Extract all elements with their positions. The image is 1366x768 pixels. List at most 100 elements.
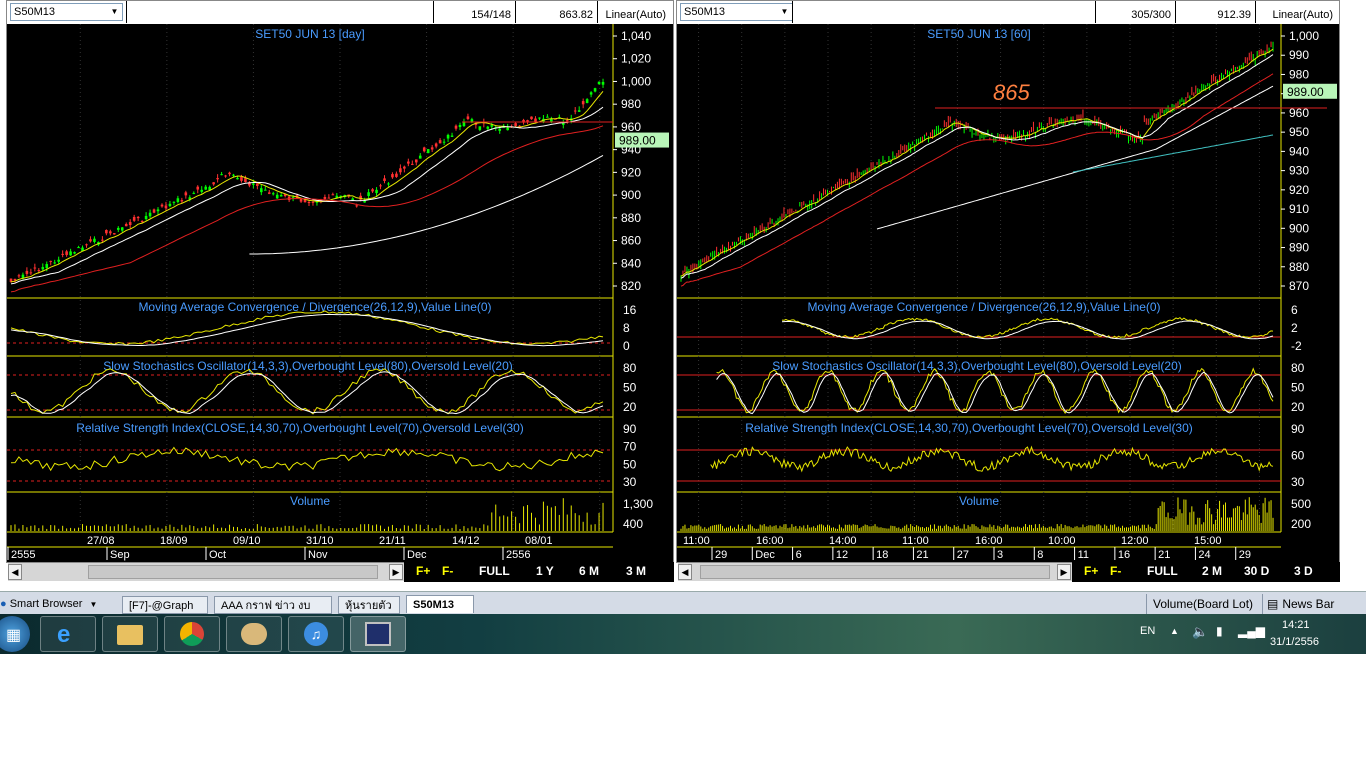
candle-body bbox=[387, 183, 390, 185]
right-full-button[interactable]: FULL bbox=[1147, 564, 1178, 578]
chevron-down-icon[interactable]: ▼ bbox=[90, 600, 98, 609]
taskbar-ie-button[interactable]: e bbox=[40, 616, 96, 652]
volume-board-lot-status[interactable]: Volume(Board Lot) bbox=[1146, 594, 1258, 614]
stoch-tick-label: 80 bbox=[1291, 361, 1305, 375]
candle-body bbox=[271, 193, 275, 195]
right-f-minus-button[interactable]: F- bbox=[1110, 564, 1121, 578]
candle-body bbox=[426, 149, 430, 154]
tab-graph[interactable]: [F7]-@Graph bbox=[122, 596, 208, 614]
candle-body bbox=[291, 197, 295, 199]
candle-body bbox=[196, 186, 200, 190]
macd-tick-label: -2 bbox=[1291, 339, 1302, 353]
candle-body bbox=[77, 247, 80, 249]
right-bars-count: 305/300 bbox=[1096, 1, 1176, 23]
candle-body bbox=[89, 239, 92, 242]
network-signal-icon[interactable]: ▂▄▆ bbox=[1238, 624, 1265, 638]
candle-body bbox=[240, 176, 243, 181]
candle-body bbox=[307, 202, 311, 204]
left-scroll-thumb[interactable] bbox=[88, 565, 378, 579]
candle-body bbox=[597, 81, 601, 85]
clock-time[interactable]: 14:21 bbox=[1282, 619, 1310, 631]
right-scroll-thumb[interactable] bbox=[700, 565, 1050, 579]
price-tick-label: 820 bbox=[621, 279, 641, 293]
candle-body bbox=[327, 197, 331, 199]
left-1y-button[interactable]: 1 Y bbox=[536, 564, 554, 578]
price-tick-label: 1,040 bbox=[621, 29, 651, 43]
candle-body bbox=[144, 215, 148, 220]
right-2m-button[interactable]: 2 M bbox=[1202, 564, 1222, 578]
left-bars-count: 154/148 bbox=[434, 1, 516, 23]
smart-browser-menu[interactable]: ● Smart Browser ▼ bbox=[0, 595, 104, 613]
right-f-plus-button[interactable]: F+ bbox=[1084, 564, 1098, 578]
taskbar-paint-button[interactable] bbox=[226, 616, 282, 652]
volume-icon[interactable]: 🔈 bbox=[1192, 624, 1208, 640]
right-chart-canvas[interactable]: SET50 JUN 13 [60] Moving Average Converge… bbox=[677, 24, 1339, 562]
candle-body bbox=[585, 99, 589, 104]
candle-body bbox=[454, 125, 458, 129]
price-tick-label: 930 bbox=[1289, 164, 1309, 178]
date-axis-label: 21 bbox=[1158, 549, 1170, 561]
rsi-label: Relative Strength Index(CLOSE,14,30,70),… bbox=[745, 421, 1193, 435]
right-h-scrollbar[interactable]: ◀ ▶ bbox=[678, 563, 1072, 581]
candle-body bbox=[184, 192, 188, 196]
candle-body bbox=[168, 203, 172, 207]
tabs-bar: ● Smart Browser ▼ [F7]-@Graph AAA กราฟ ข… bbox=[0, 591, 1366, 615]
candle-body bbox=[21, 274, 25, 278]
windows-logo-icon: ▦ bbox=[6, 627, 22, 644]
candle-body bbox=[216, 178, 219, 180]
taskbar-chrome-button[interactable] bbox=[164, 616, 220, 652]
taskbar-trading-app-button[interactable] bbox=[350, 616, 406, 652]
taskbar-itunes-button[interactable]: ♫ bbox=[288, 616, 344, 652]
right-header-sep-2 bbox=[793, 1, 1096, 23]
stoch-tick-label: 80 bbox=[623, 361, 637, 375]
candle-body bbox=[589, 92, 593, 95]
right-scroll-right-icon[interactable]: ▶ bbox=[1057, 564, 1071, 580]
news-bar-toggle[interactable]: ▤ News Bar bbox=[1262, 594, 1366, 614]
right-scale-mode[interactable]: Linear(Auto) bbox=[1256, 1, 1339, 23]
news-icon: ▤ bbox=[1267, 597, 1279, 611]
left-chart-canvas[interactable]: SET50 JUN 13 [day] Moving Average Converg… bbox=[7, 24, 673, 562]
candle-body bbox=[466, 116, 470, 119]
clock-date[interactable]: 31/1/2556 bbox=[1270, 636, 1319, 648]
candle-body bbox=[498, 128, 502, 131]
candle-body bbox=[260, 188, 263, 193]
date-axis-label: 11:00 bbox=[902, 535, 929, 547]
battery-icon[interactable]: ▮ bbox=[1216, 624, 1223, 638]
tab-stocks[interactable]: หุ้นรายตัว bbox=[338, 596, 400, 614]
tab-s50m13[interactable]: S50M13 bbox=[406, 595, 474, 613]
price-tick-label: 910 bbox=[1289, 202, 1309, 216]
date-axis-label: 14/12 bbox=[452, 535, 480, 547]
windows-taskbar: ▦ e ♫ EN ▲ 🔈 ▮ ▂▄▆ 14:21 31/1/2556 bbox=[0, 614, 1366, 654]
date-axis-label: 6 bbox=[796, 549, 802, 561]
candle-body bbox=[573, 110, 577, 112]
candle-body bbox=[486, 126, 490, 129]
left-f-plus-button[interactable]: F+ bbox=[416, 564, 430, 578]
chart-title: SET50 JUN 13 [60] bbox=[927, 27, 1030, 41]
left-scroll-right-icon[interactable]: ▶ bbox=[389, 564, 403, 580]
stoch-tick-label: 50 bbox=[623, 381, 637, 395]
right-30d-button[interactable]: 30 D bbox=[1244, 564, 1269, 578]
taskbar-explorer-button[interactable] bbox=[102, 616, 158, 652]
stoch-d-line bbox=[716, 371, 1274, 415]
candle-body bbox=[430, 147, 434, 150]
left-f-minus-button[interactable]: F- bbox=[442, 564, 453, 578]
tab-aaa[interactable]: AAA กราฟ ข่าว งบ bbox=[214, 596, 332, 614]
right-scroll-left-icon[interactable]: ◀ bbox=[678, 564, 692, 580]
candle-body bbox=[414, 159, 418, 163]
language-indicator[interactable]: EN bbox=[1140, 625, 1155, 637]
left-3m-button[interactable]: 3 M bbox=[626, 564, 646, 578]
left-scroll-left-icon[interactable]: ◀ bbox=[8, 564, 22, 580]
candle-body bbox=[526, 120, 529, 122]
left-scale-mode[interactable]: Linear(Auto) bbox=[598, 1, 673, 23]
stoch-tick-label: 50 bbox=[1291, 381, 1305, 395]
show-hidden-icons-icon[interactable]: ▲ bbox=[1170, 626, 1179, 636]
candle-body bbox=[105, 230, 108, 234]
candle-body bbox=[164, 205, 168, 209]
right-3d-button[interactable]: 3 D bbox=[1294, 564, 1313, 578]
start-button[interactable]: ▦ bbox=[0, 616, 30, 652]
left-6m-button[interactable]: 6 M bbox=[579, 564, 599, 578]
left-h-scrollbar[interactable]: ◀ ▶ bbox=[8, 563, 404, 581]
candle-body bbox=[120, 227, 124, 231]
price-tick-label: 920 bbox=[621, 165, 641, 179]
left-full-button[interactable]: FULL bbox=[479, 564, 510, 578]
